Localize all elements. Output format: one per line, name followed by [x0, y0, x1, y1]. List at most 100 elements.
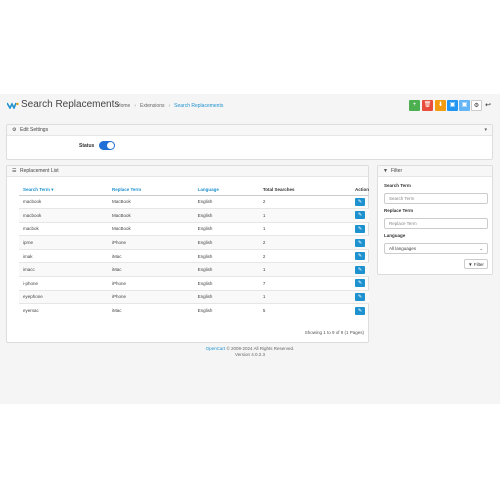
cell-language: English — [193, 303, 259, 318]
cell-search: i-phone — [19, 276, 108, 291]
edit-button[interactable]: ✎ — [355, 252, 365, 261]
filter-header: ▼ Filter — [378, 166, 492, 177]
chevron-down-icon: ⌄ — [479, 246, 483, 251]
add-button[interactable]: + — [409, 100, 420, 111]
edit-button[interactable]: ✎ — [355, 238, 365, 247]
col-total-searches: Total Searches — [258, 185, 351, 196]
edit-button[interactable]: ✎ — [355, 211, 365, 220]
col-search-term[interactable]: Search Term ▾ — [19, 185, 108, 196]
breadcrumb-home[interactable]: Home — [117, 103, 130, 109]
replacement-list-panel: ☰ Replacement List Search Term ▾ Replace … — [6, 165, 369, 343]
edit-button[interactable]: ✎ — [355, 279, 365, 288]
filter-icon: ▼ — [468, 262, 473, 267]
breadcrumb-extensions[interactable]: Extensions — [140, 103, 164, 109]
cell-replace: iMac — [107, 303, 194, 318]
footer: OpenCart © 2009-2024 All Rights Reserved… — [0, 346, 500, 358]
cell-language: English — [193, 221, 259, 236]
pencil-icon: ✎ — [357, 225, 363, 232]
table-row: macbook MacBook English 1 ✎ — [19, 208, 369, 223]
replace-term-label: Replace Term — [384, 208, 414, 213]
download-icon: ⬇ — [437, 102, 444, 108]
plus-icon: + — [412, 102, 417, 108]
edit-button[interactable]: ✎ — [355, 306, 365, 315]
cell-language: English — [193, 248, 259, 263]
filter-button[interactable]: ▼ Filter — [464, 259, 488, 269]
list-icon: ☰ — [12, 168, 17, 174]
pencil-icon: ✎ — [357, 307, 363, 314]
col-language[interactable]: Language — [193, 185, 259, 196]
cell-search: iprne — [19, 235, 108, 250]
admin-app: Search Replacements Home › Extensions › Sear… — [0, 94, 500, 404]
collapse-icon[interactable]: ▾ — [484, 125, 487, 136]
save-button[interactable]: ▣ — [447, 100, 458, 111]
settings-button[interactable]: ⚙ — [471, 100, 482, 111]
pagination-summary: Showing 1 to 9 of 9 (1 Pages) — [304, 330, 364, 335]
cell-language: English — [193, 262, 259, 277]
cell-language: English — [193, 208, 259, 223]
table-row: macbok MacBook English 1 ✎ — [19, 221, 369, 236]
trash-icon: 🗑 — [423, 102, 432, 108]
breadcrumb-separator: › — [134, 103, 137, 109]
delete-button[interactable]: 🗑 — [422, 100, 433, 111]
language-label: Language — [384, 233, 406, 238]
table-row: macbook MacBook English 2 ✎ — [19, 194, 369, 209]
replace-term-input[interactable]: Replace Term — [384, 218, 488, 229]
cell-replace: MacBook — [107, 194, 194, 209]
cell-language: English — [193, 235, 259, 250]
cell-replace: iMac — [107, 262, 194, 277]
pencil-icon: ✎ — [357, 239, 363, 246]
edit-settings-title: Edit Settings — [20, 127, 49, 133]
opencart-link[interactable]: OpenCart — [206, 346, 226, 351]
save-icon: ▣ — [449, 102, 456, 108]
table-header-row: Search Term ▾ Replace Term Language Tota… — [19, 185, 369, 196]
table-row: iprne iPhone English 2 ✎ — [19, 235, 369, 250]
filter-title: Filter — [391, 168, 403, 174]
screenshot-canvas: Search Replacements Home › Extensions › Sear… — [0, 0, 500, 500]
breadcrumb: Home › Extensions › Search Replacements — [117, 103, 223, 109]
pencil-icon: ✎ — [357, 198, 363, 205]
col-replace-term[interactable]: Replace Term — [107, 185, 194, 196]
edit-button[interactable]: ✎ — [355, 292, 365, 301]
edit-button[interactable]: ✎ — [355, 197, 365, 206]
toggle-knob — [107, 142, 114, 149]
status-toggle[interactable] — [99, 141, 115, 150]
table-row: imak iMac English 2 ✎ — [19, 248, 369, 263]
table-row: imacc iMac English 1 ✎ — [19, 262, 369, 277]
breadcrumb-separator: › — [168, 103, 171, 109]
download-button[interactable]: ⬇ — [435, 100, 446, 111]
cell-replace: iMac — [107, 248, 194, 263]
back-icon: ↩ — [485, 102, 491, 109]
cell-replace: iPhone — [107, 235, 194, 250]
gear-icon: ⚙ — [473, 103, 480, 109]
back-button[interactable]: ↩ — [484, 100, 492, 111]
cell-replace: MacBook — [107, 208, 194, 223]
language-select[interactable]: All languages ⌄ — [384, 243, 488, 254]
edit-button[interactable]: ✎ — [355, 265, 365, 274]
breadcrumb-current[interactable]: Search Replacements — [174, 103, 223, 109]
pencil-icon: ✎ — [357, 280, 363, 287]
cell-replace: iPhone — [107, 289, 194, 304]
cell-language: English — [193, 276, 259, 291]
cell-search: macbook — [19, 208, 108, 223]
cell-total: 2 — [258, 194, 351, 209]
pencil-icon: ✎ — [357, 212, 363, 219]
search-term-label: Search Term — [384, 183, 411, 188]
col-action: Action — [351, 185, 369, 196]
replacement-list-title: Replacement List — [20, 168, 59, 174]
search-term-input[interactable]: Search Term — [384, 193, 488, 204]
status-label: Status — [79, 143, 95, 149]
cell-language: English — [193, 194, 259, 209]
save-all-button[interactable]: ▣ — [459, 100, 470, 111]
cell-total: 1 — [258, 208, 351, 223]
cell-total: 1 — [258, 262, 351, 277]
language-select-value: All languages — [389, 246, 417, 251]
opencart-logo-icon — [7, 102, 19, 109]
cell-search: macbok — [19, 221, 108, 236]
replacement-list-header: ☰ Replacement List — [7, 166, 368, 177]
sort-icon: ▾ — [51, 186, 54, 192]
cell-total: 1 — [258, 221, 351, 236]
filter-icon: ▼ — [383, 168, 388, 174]
cell-total: 1 — [258, 289, 351, 304]
table-row: i-phone iPhone English 7 ✎ — [19, 276, 369, 291]
edit-button[interactable]: ✎ — [355, 224, 365, 233]
